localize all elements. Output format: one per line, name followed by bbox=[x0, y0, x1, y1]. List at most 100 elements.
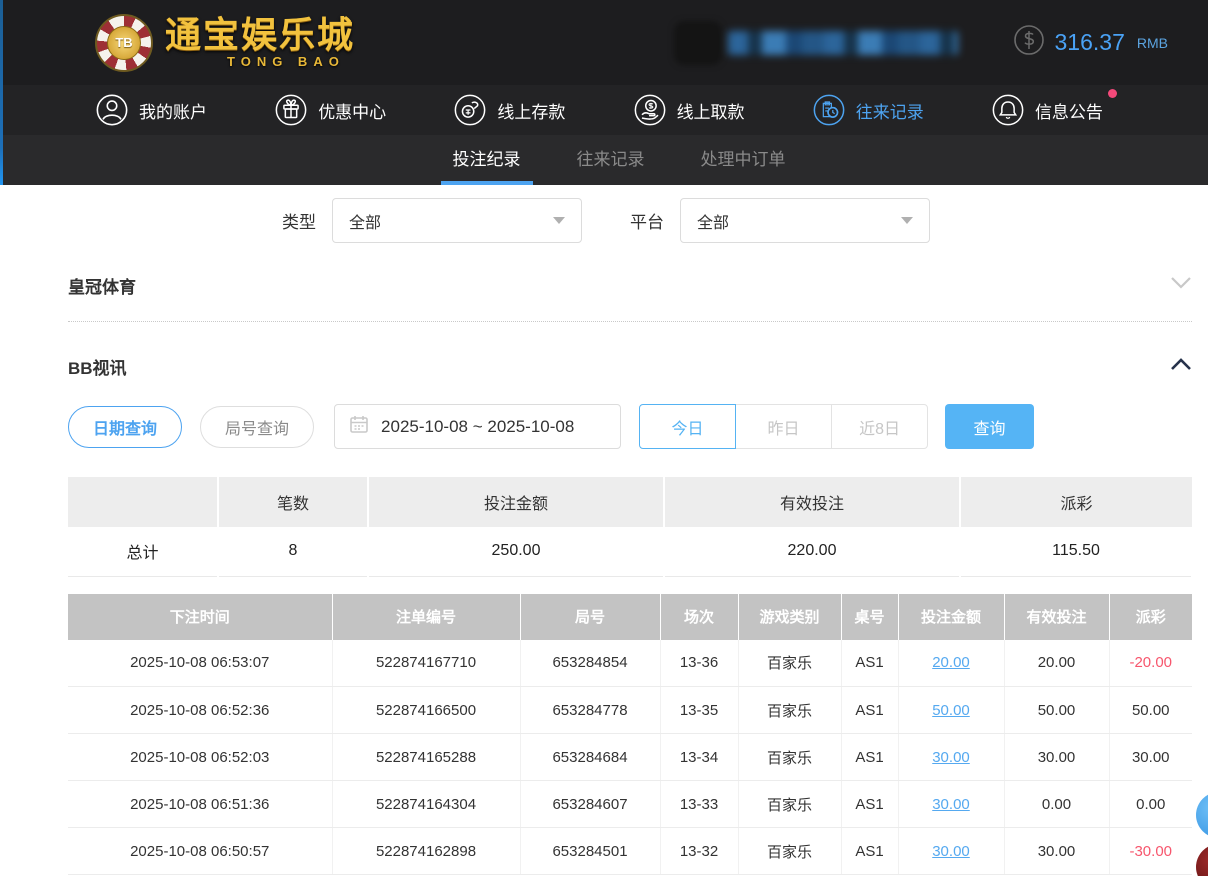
floating-service-button-blue[interactable] bbox=[1196, 792, 1208, 838]
bell-icon bbox=[991, 93, 1025, 127]
nav-promo-center[interactable]: 优惠中心 bbox=[274, 93, 386, 127]
header-payout: 派彩 bbox=[1109, 594, 1192, 640]
bet-amount-link[interactable]: 30.00 bbox=[898, 734, 1004, 781]
header-valid-bet: 有效投注 bbox=[1004, 594, 1109, 640]
type-label: 类型 bbox=[282, 208, 316, 233]
username-redacted[interactable] bbox=[674, 21, 958, 65]
order-no-cell: 522874162898 bbox=[332, 828, 520, 875]
summary-total-row: 总计 8 250.00 220.00 115.50 bbox=[68, 527, 1192, 576]
valid-bet-cell: 30.00 bbox=[1004, 828, 1109, 875]
main-nav: 我的账户 优惠中心 线上存款 bbox=[0, 85, 1208, 135]
summary-total-label: 总计 bbox=[68, 527, 218, 576]
bet-time-cell: 2025-10-08 06:52:36 bbox=[68, 687, 332, 734]
section-crown-sports[interactable]: 皇冠体育 bbox=[68, 273, 1192, 298]
balance-amount: 316.37 bbox=[1055, 29, 1125, 56]
nav-transaction-records[interactable]: 往来记录 bbox=[812, 93, 924, 127]
chevron-up-icon[interactable] bbox=[1170, 357, 1192, 376]
bet-time-cell: 2025-10-08 06:53:07 bbox=[68, 640, 332, 687]
section-title: 皇冠体育 bbox=[68, 273, 136, 298]
query-toolbar: 日期查询 局号查询 2025-10-08 ~ 2025-10-08 今日 昨日 … bbox=[68, 404, 1192, 449]
avatar bbox=[674, 21, 722, 65]
round-no-cell: 653284607 bbox=[520, 781, 660, 828]
valid-bet-cell: 20.00 bbox=[1004, 640, 1109, 687]
chevron-down-icon bbox=[901, 217, 913, 224]
summary-header-count: 笔数 bbox=[218, 477, 368, 527]
notification-badge bbox=[1108, 89, 1117, 98]
bet-amount-link[interactable]: 50.00 bbox=[898, 687, 1004, 734]
nav-label: 往来记录 bbox=[856, 98, 924, 123]
header-bet-amount: 投注金额 bbox=[898, 594, 1004, 640]
tab-pending-orders[interactable]: 处理中订单 bbox=[697, 135, 790, 185]
payout-cell: 30.00 bbox=[1109, 734, 1192, 781]
tab-transaction-records[interactable]: 往来记录 bbox=[573, 135, 649, 185]
summary-header-valid-bet: 有效投注 bbox=[664, 477, 960, 527]
order-no-cell: 522874165288 bbox=[332, 734, 520, 781]
payout-cell: 0.00 bbox=[1109, 781, 1192, 828]
payout-cell: -30.00 bbox=[1109, 828, 1192, 875]
section-title: BB视讯 bbox=[68, 354, 127, 379]
chevron-down-icon[interactable] bbox=[1170, 276, 1192, 295]
round-no-cell: 653284854 bbox=[520, 640, 660, 687]
summary-header-payout: 派彩 bbox=[960, 477, 1192, 527]
date-range-input[interactable]: 2025-10-08 ~ 2025-10-08 bbox=[334, 404, 621, 449]
floating-service-button-red[interactable] bbox=[1196, 844, 1208, 876]
summary-header-blank bbox=[68, 477, 218, 527]
nav-label: 优惠中心 bbox=[318, 98, 386, 123]
nav-announcements[interactable]: 信息公告 bbox=[991, 93, 1103, 127]
yesterday-button[interactable]: 昨日 bbox=[735, 404, 832, 449]
round-no-cell: 653284778 bbox=[520, 687, 660, 734]
session-cell: 13-33 bbox=[660, 781, 738, 828]
today-button[interactable]: 今日 bbox=[639, 404, 736, 449]
top-header: TB 通宝娱乐城 TONG BAO 316.37 RMB bbox=[0, 0, 1208, 85]
round-no-cell: 653284501 bbox=[520, 828, 660, 875]
order-no-cell: 522874167710 bbox=[332, 640, 520, 687]
record-tabs: 投注纪录 往来记录 处理中订单 bbox=[0, 135, 1208, 185]
balance-currency: RMB bbox=[1137, 35, 1168, 51]
section-bb-video[interactable]: BB视讯 bbox=[68, 354, 1192, 379]
nav-online-deposit[interactable]: 线上存款 bbox=[453, 93, 565, 127]
platform-label: 平台 bbox=[630, 208, 664, 233]
round-no-cell: 653284684 bbox=[520, 734, 660, 781]
header-table-no: 桌号 bbox=[841, 594, 898, 640]
betting-records-page: TB 通宝娱乐城 TONG BAO 316.37 RMB bbox=[0, 0, 1208, 876]
wallet-balance[interactable]: 316.37 RMB bbox=[1013, 24, 1168, 61]
type-select[interactable]: 全部 bbox=[332, 198, 582, 243]
summary-bet-amount: 250.00 bbox=[368, 527, 664, 576]
bet-amount-link[interactable]: 20.00 bbox=[898, 640, 1004, 687]
date-range-value: 2025-10-08 ~ 2025-10-08 bbox=[381, 417, 574, 437]
date-query-toggle[interactable]: 日期查询 bbox=[68, 406, 182, 448]
table-no-cell: AS1 bbox=[841, 828, 898, 875]
filter-row: 类型 全部 平台 全部 bbox=[282, 198, 1192, 243]
nav-online-withdraw[interactable]: 线上取款 bbox=[633, 93, 745, 127]
table-no-cell: AS1 bbox=[841, 781, 898, 828]
coin-withdraw-icon bbox=[633, 93, 667, 127]
nav-my-account[interactable]: 我的账户 bbox=[95, 93, 207, 127]
nav-label: 线上存款 bbox=[497, 98, 565, 123]
brand-logo[interactable]: TB 通宝娱乐城 TONG BAO bbox=[95, 14, 355, 72]
bet-amount-link[interactable]: 30.00 bbox=[898, 781, 1004, 828]
round-query-toggle[interactable]: 局号查询 bbox=[200, 406, 314, 448]
bet-records-table: 下注时间 注单编号 局号 场次 游戏类别 桌号 投注金额 有效投注 派彩 202… bbox=[68, 594, 1192, 876]
game-type-cell: 百家乐 bbox=[738, 828, 841, 875]
payout-cell: -20.00 bbox=[1109, 640, 1192, 687]
session-cell: 13-36 bbox=[660, 640, 738, 687]
content-area: 类型 全部 平台 全部 皇冠体育 BB视讯 bbox=[68, 198, 1192, 875]
tab-bet-records[interactable]: 投注纪录 bbox=[449, 135, 525, 185]
nav-label: 线上取款 bbox=[677, 98, 745, 123]
game-type-cell: 百家乐 bbox=[738, 734, 841, 781]
payout-cell: 50.00 bbox=[1109, 687, 1192, 734]
platform-select[interactable]: 全部 bbox=[680, 198, 930, 243]
section-divider bbox=[68, 321, 1192, 322]
bet-amount-link[interactable]: 30.00 bbox=[898, 828, 1004, 875]
bet-table-header-row: 下注时间 注单编号 局号 场次 游戏类别 桌号 投注金额 有效投注 派彩 bbox=[68, 594, 1192, 640]
table-row: 2025-10-08 06:52:03 522874165288 6532846… bbox=[68, 734, 1192, 781]
bet-time-cell: 2025-10-08 06:52:03 bbox=[68, 734, 332, 781]
coin-deposit-icon bbox=[453, 93, 487, 127]
header-round-no: 局号 bbox=[520, 594, 660, 640]
last-8-days-button[interactable]: 近8日 bbox=[831, 404, 928, 449]
username-blur bbox=[728, 31, 958, 55]
summary-payout: 115.50 bbox=[960, 527, 1192, 576]
search-button[interactable]: 查询 bbox=[945, 404, 1034, 449]
bet-time-cell: 2025-10-08 06:50:57 bbox=[68, 828, 332, 875]
session-cell: 13-35 bbox=[660, 687, 738, 734]
